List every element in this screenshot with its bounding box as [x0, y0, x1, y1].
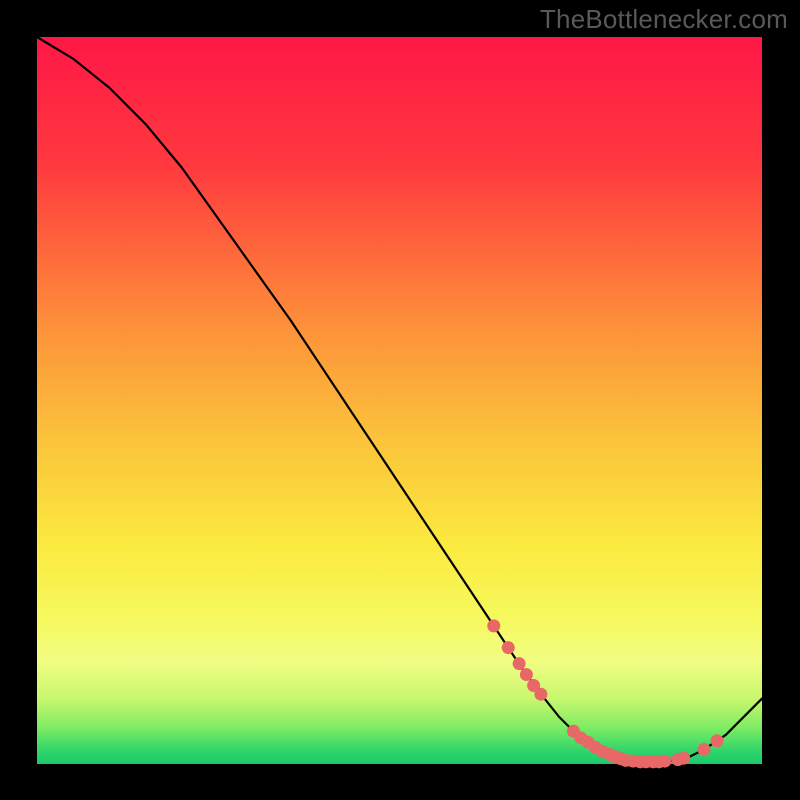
bottleneck-chart	[0, 0, 800, 800]
chart-dot	[502, 641, 515, 654]
chart-dot	[513, 657, 526, 670]
chart-dot	[658, 755, 671, 768]
chart-dot	[520, 668, 533, 681]
chart-dot	[534, 688, 547, 701]
chart-dot	[698, 743, 711, 756]
chart-background	[37, 37, 762, 764]
chart-dot	[711, 734, 724, 747]
watermark-label: TheBottlenecker.com	[540, 4, 788, 35]
chart-dot	[677, 752, 690, 765]
chart-dot	[487, 619, 500, 632]
